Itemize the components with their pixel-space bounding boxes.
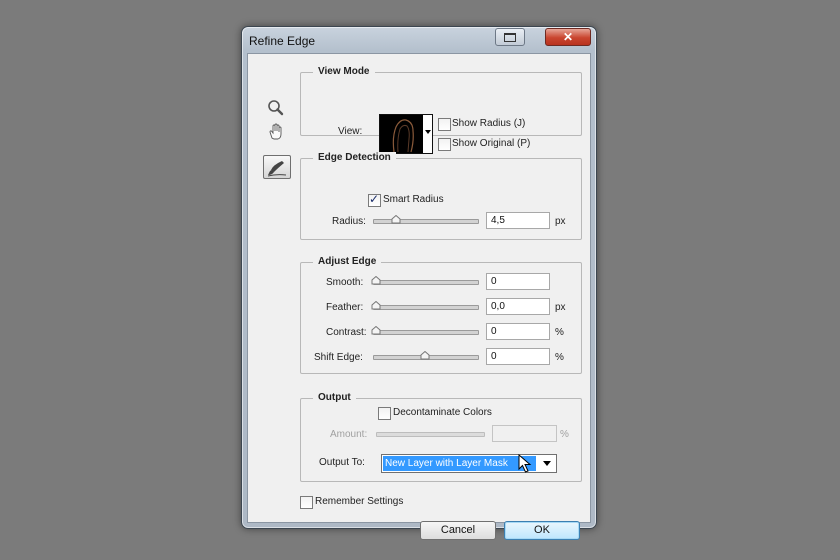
output-title: Output [313,392,356,403]
smooth-slider[interactable] [373,280,479,285]
remember-settings-label: Remember Settings [315,496,404,507]
edge-detection-title: Edge Detection [313,152,396,163]
show-original-label: Show Original (P) [452,138,531,149]
hand-icon[interactable] [266,122,292,144]
title-bar[interactable]: Refine Edge ✕ [242,27,596,53]
dialog-body: View Mode View: Show Radius (J) Show Ori… [247,53,591,540]
amount-input [492,425,557,442]
show-radius-label: Show Radius (J) [452,118,526,129]
amount-slider [376,432,485,437]
chevron-down-icon[interactable] [538,455,556,472]
show-radius-checkbox[interactable] [438,118,451,131]
refine-edge-dialog: Refine Edge ✕ View Mode View: Show Radiu… [241,26,597,540]
amount-unit: % [560,429,569,440]
output-to-label: Output To: [319,457,365,468]
restore-button[interactable] [495,28,525,46]
contrast-input[interactable]: 0 [486,323,550,340]
view-label: View: [338,126,363,137]
mouse-pointer-icon [518,453,532,477]
smart-radius-label: Smart Radius [383,194,444,205]
radius-slider-thumb[interactable] [391,215,401,224]
decontaminate-colors-label: Decontaminate Colors [393,407,492,418]
remember-settings-checkbox[interactable] [300,496,313,509]
silhouette-thumbnail-icon [392,119,414,153]
output-to-value: New Layer with Layer Mask [383,456,536,471]
tool-column [248,54,296,522]
close-button[interactable]: ✕ [545,28,591,46]
feather-slider[interactable] [373,305,479,310]
restore-icon [504,33,516,42]
smooth-input[interactable]: 0 [486,273,550,290]
dialog-title: Refine Edge [249,34,316,48]
show-original-checkbox[interactable] [438,138,451,151]
radius-label: Radius: [332,216,366,227]
feather-label: Feather: [326,302,364,313]
zoom-icon[interactable] [266,98,292,120]
view-mode-dropdown-arrow[interactable] [423,114,433,154]
contrast-slider-thumb[interactable] [371,326,381,335]
smart-radius-checkbox[interactable] [368,192,381,207]
contrast-label: Contrast: [326,327,367,338]
radius-slider[interactable] [373,219,479,224]
view-mode-preview[interactable] [379,114,425,154]
decontaminate-colors-checkbox[interactable] [378,407,391,420]
feather-unit: px [555,302,566,313]
amount-label: Amount: [330,429,368,440]
shift-edge-slider-thumb[interactable] [420,351,430,360]
shift-edge-unit: % [555,352,564,363]
feather-input[interactable]: 0,0 [486,298,550,315]
refine-radius-brush-icon[interactable] [263,155,291,179]
shift-edge-input[interactable]: 0 [486,348,550,365]
radius-input[interactable]: 4,5 [486,212,550,229]
shift-edge-label: Shift Edge: [314,352,363,363]
radius-unit: px [555,216,566,227]
ok-button[interactable]: OK [504,521,580,540]
feather-slider-thumb[interactable] [371,301,381,310]
smooth-label: Smooth: [326,277,364,288]
contrast-unit: % [555,327,564,338]
contrast-slider[interactable] [373,330,479,335]
view-mode-title: View Mode [313,66,375,77]
adjust-edge-title: Adjust Edge [313,256,382,267]
smooth-slider-thumb[interactable] [371,276,381,285]
cancel-button[interactable]: Cancel [420,521,496,540]
